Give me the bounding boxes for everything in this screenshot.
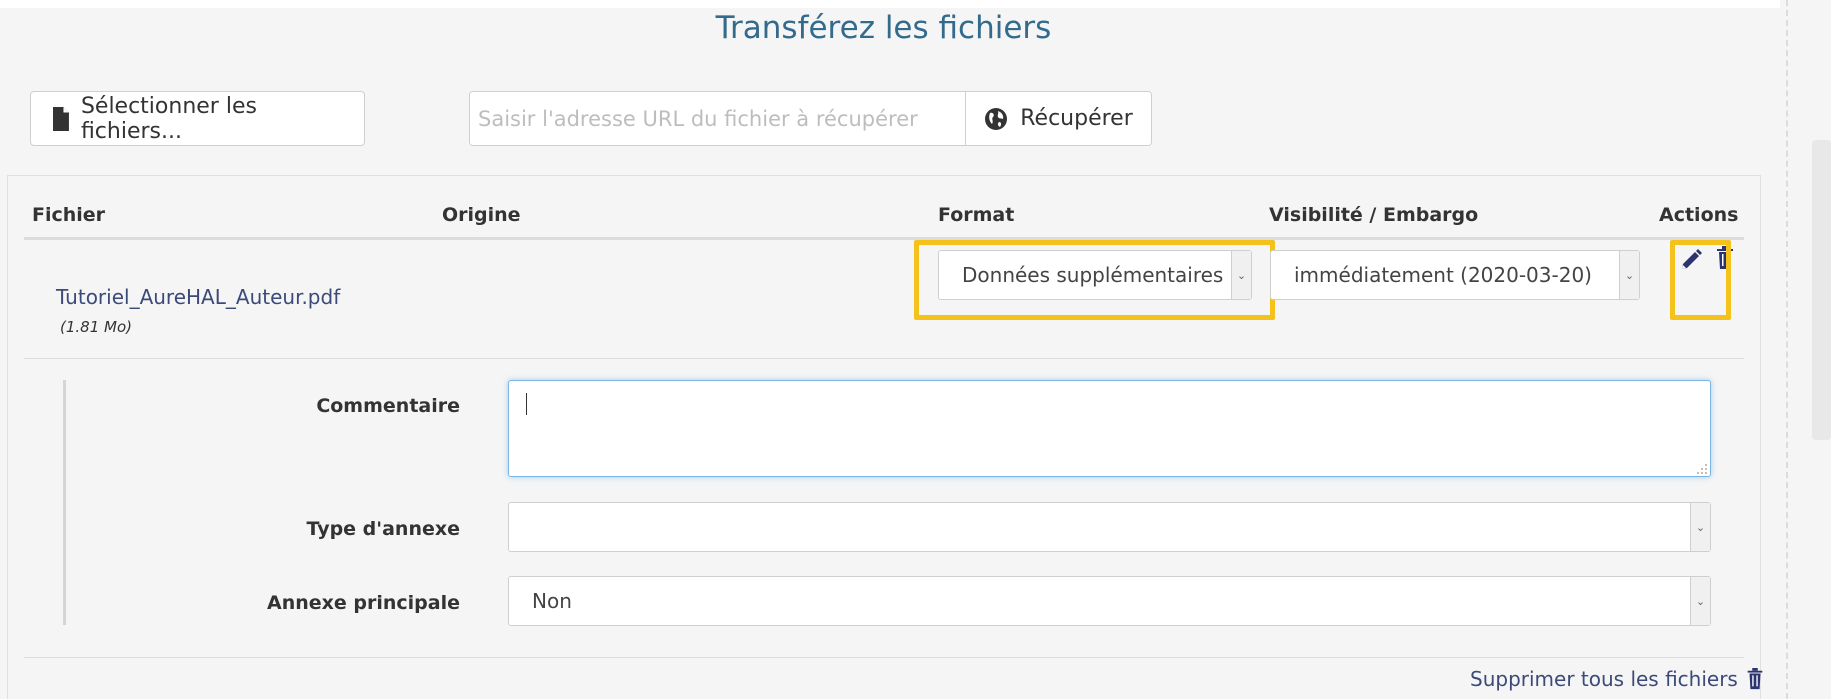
visibility-select[interactable]: immédiatement (2020-03-20) ⌄ xyxy=(1270,250,1640,300)
globe-icon xyxy=(985,107,1008,130)
header-actions: Actions xyxy=(1659,204,1739,226)
file-name-link[interactable]: Tutoriel_AureHAL_Auteur.pdf xyxy=(56,285,340,309)
main-annex-label: Annexe principale xyxy=(266,592,460,614)
format-highlight xyxy=(914,240,1275,320)
header-format: Format xyxy=(938,204,1015,226)
fetch-label: Récupérer xyxy=(1020,106,1133,131)
file-icon xyxy=(52,106,69,131)
resize-grip-icon[interactable] xyxy=(1696,463,1708,475)
page-title: Transférez les fichiers xyxy=(715,10,1052,46)
footer-divider xyxy=(24,657,1744,658)
select-files-label: Sélectionner les fichiers... xyxy=(80,93,257,144)
scrollbar[interactable] xyxy=(1812,140,1831,440)
text-cursor xyxy=(526,393,527,415)
delete-all-files-link[interactable]: Supprimer tous les fichiers xyxy=(1470,667,1764,691)
detail-indent-bar xyxy=(63,380,66,625)
file-size: (1.81 Mo) xyxy=(60,318,132,336)
main-annex-value: Non xyxy=(532,589,572,613)
header-divider xyxy=(24,237,1744,240)
header-visibility: Visibilité / Embargo xyxy=(1269,204,1479,226)
annex-type-select[interactable]: ⌄ xyxy=(508,502,1711,552)
actions-highlight xyxy=(1670,240,1731,320)
dashed-divider xyxy=(1786,0,1788,699)
url-fetch-group: Récupérer xyxy=(469,91,1152,146)
chevron-down-icon: ⌄ xyxy=(1619,251,1639,299)
comment-textarea[interactable] xyxy=(508,380,1711,477)
fetch-button[interactable]: Récupérer xyxy=(966,92,1151,145)
visibility-select-value: immédiatement (2020-03-20) xyxy=(1294,263,1592,287)
comment-label: Commentaire xyxy=(316,395,460,417)
top-strip xyxy=(0,0,1780,8)
header-origin: Origine xyxy=(442,204,521,226)
chevron-down-icon: ⌄ xyxy=(1690,503,1710,551)
url-input[interactable] xyxy=(470,92,966,145)
header-file: Fichier xyxy=(32,204,106,226)
select-files-button[interactable]: Sélectionner les fichiers... xyxy=(30,91,365,146)
trash-icon xyxy=(1747,668,1763,690)
main-annex-select[interactable]: Non ⌄ xyxy=(508,576,1711,626)
delete-all-label: Supprimer tous les fichiers xyxy=(1470,667,1738,691)
row-divider xyxy=(24,358,1744,359)
chevron-down-icon: ⌄ xyxy=(1690,577,1710,625)
annex-type-label: Type d'annexe xyxy=(306,518,460,540)
